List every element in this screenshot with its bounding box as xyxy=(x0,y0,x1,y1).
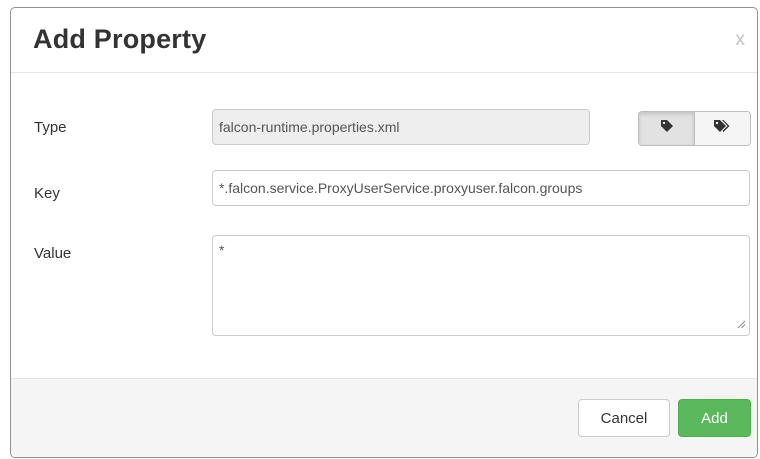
value-label: Value xyxy=(34,245,72,262)
dialog-footer: Cancel Add xyxy=(11,378,757,457)
key-label: Key xyxy=(34,185,60,202)
add-property-dialog: Add Property x Type falcon-runtime.prope… xyxy=(10,7,758,458)
single-tag-button[interactable] xyxy=(639,112,694,145)
tags-icon xyxy=(713,119,733,138)
add-button[interactable]: Add xyxy=(678,399,751,437)
property-type-toggle xyxy=(638,111,751,146)
value-textarea[interactable]: * xyxy=(212,235,750,336)
dialog-header: Add Property x xyxy=(11,8,757,73)
multi-tag-button[interactable] xyxy=(694,112,750,145)
type-field[interactable] xyxy=(212,109,590,145)
close-button[interactable]: x xyxy=(736,30,746,49)
type-label: Type xyxy=(34,119,67,136)
resize-handle-icon[interactable] xyxy=(737,316,746,332)
cancel-button[interactable]: Cancel xyxy=(578,399,670,437)
tag-icon xyxy=(660,119,674,138)
key-input[interactable] xyxy=(212,170,750,206)
dialog-title: Add Property xyxy=(33,24,207,54)
value-text: * xyxy=(219,242,225,258)
